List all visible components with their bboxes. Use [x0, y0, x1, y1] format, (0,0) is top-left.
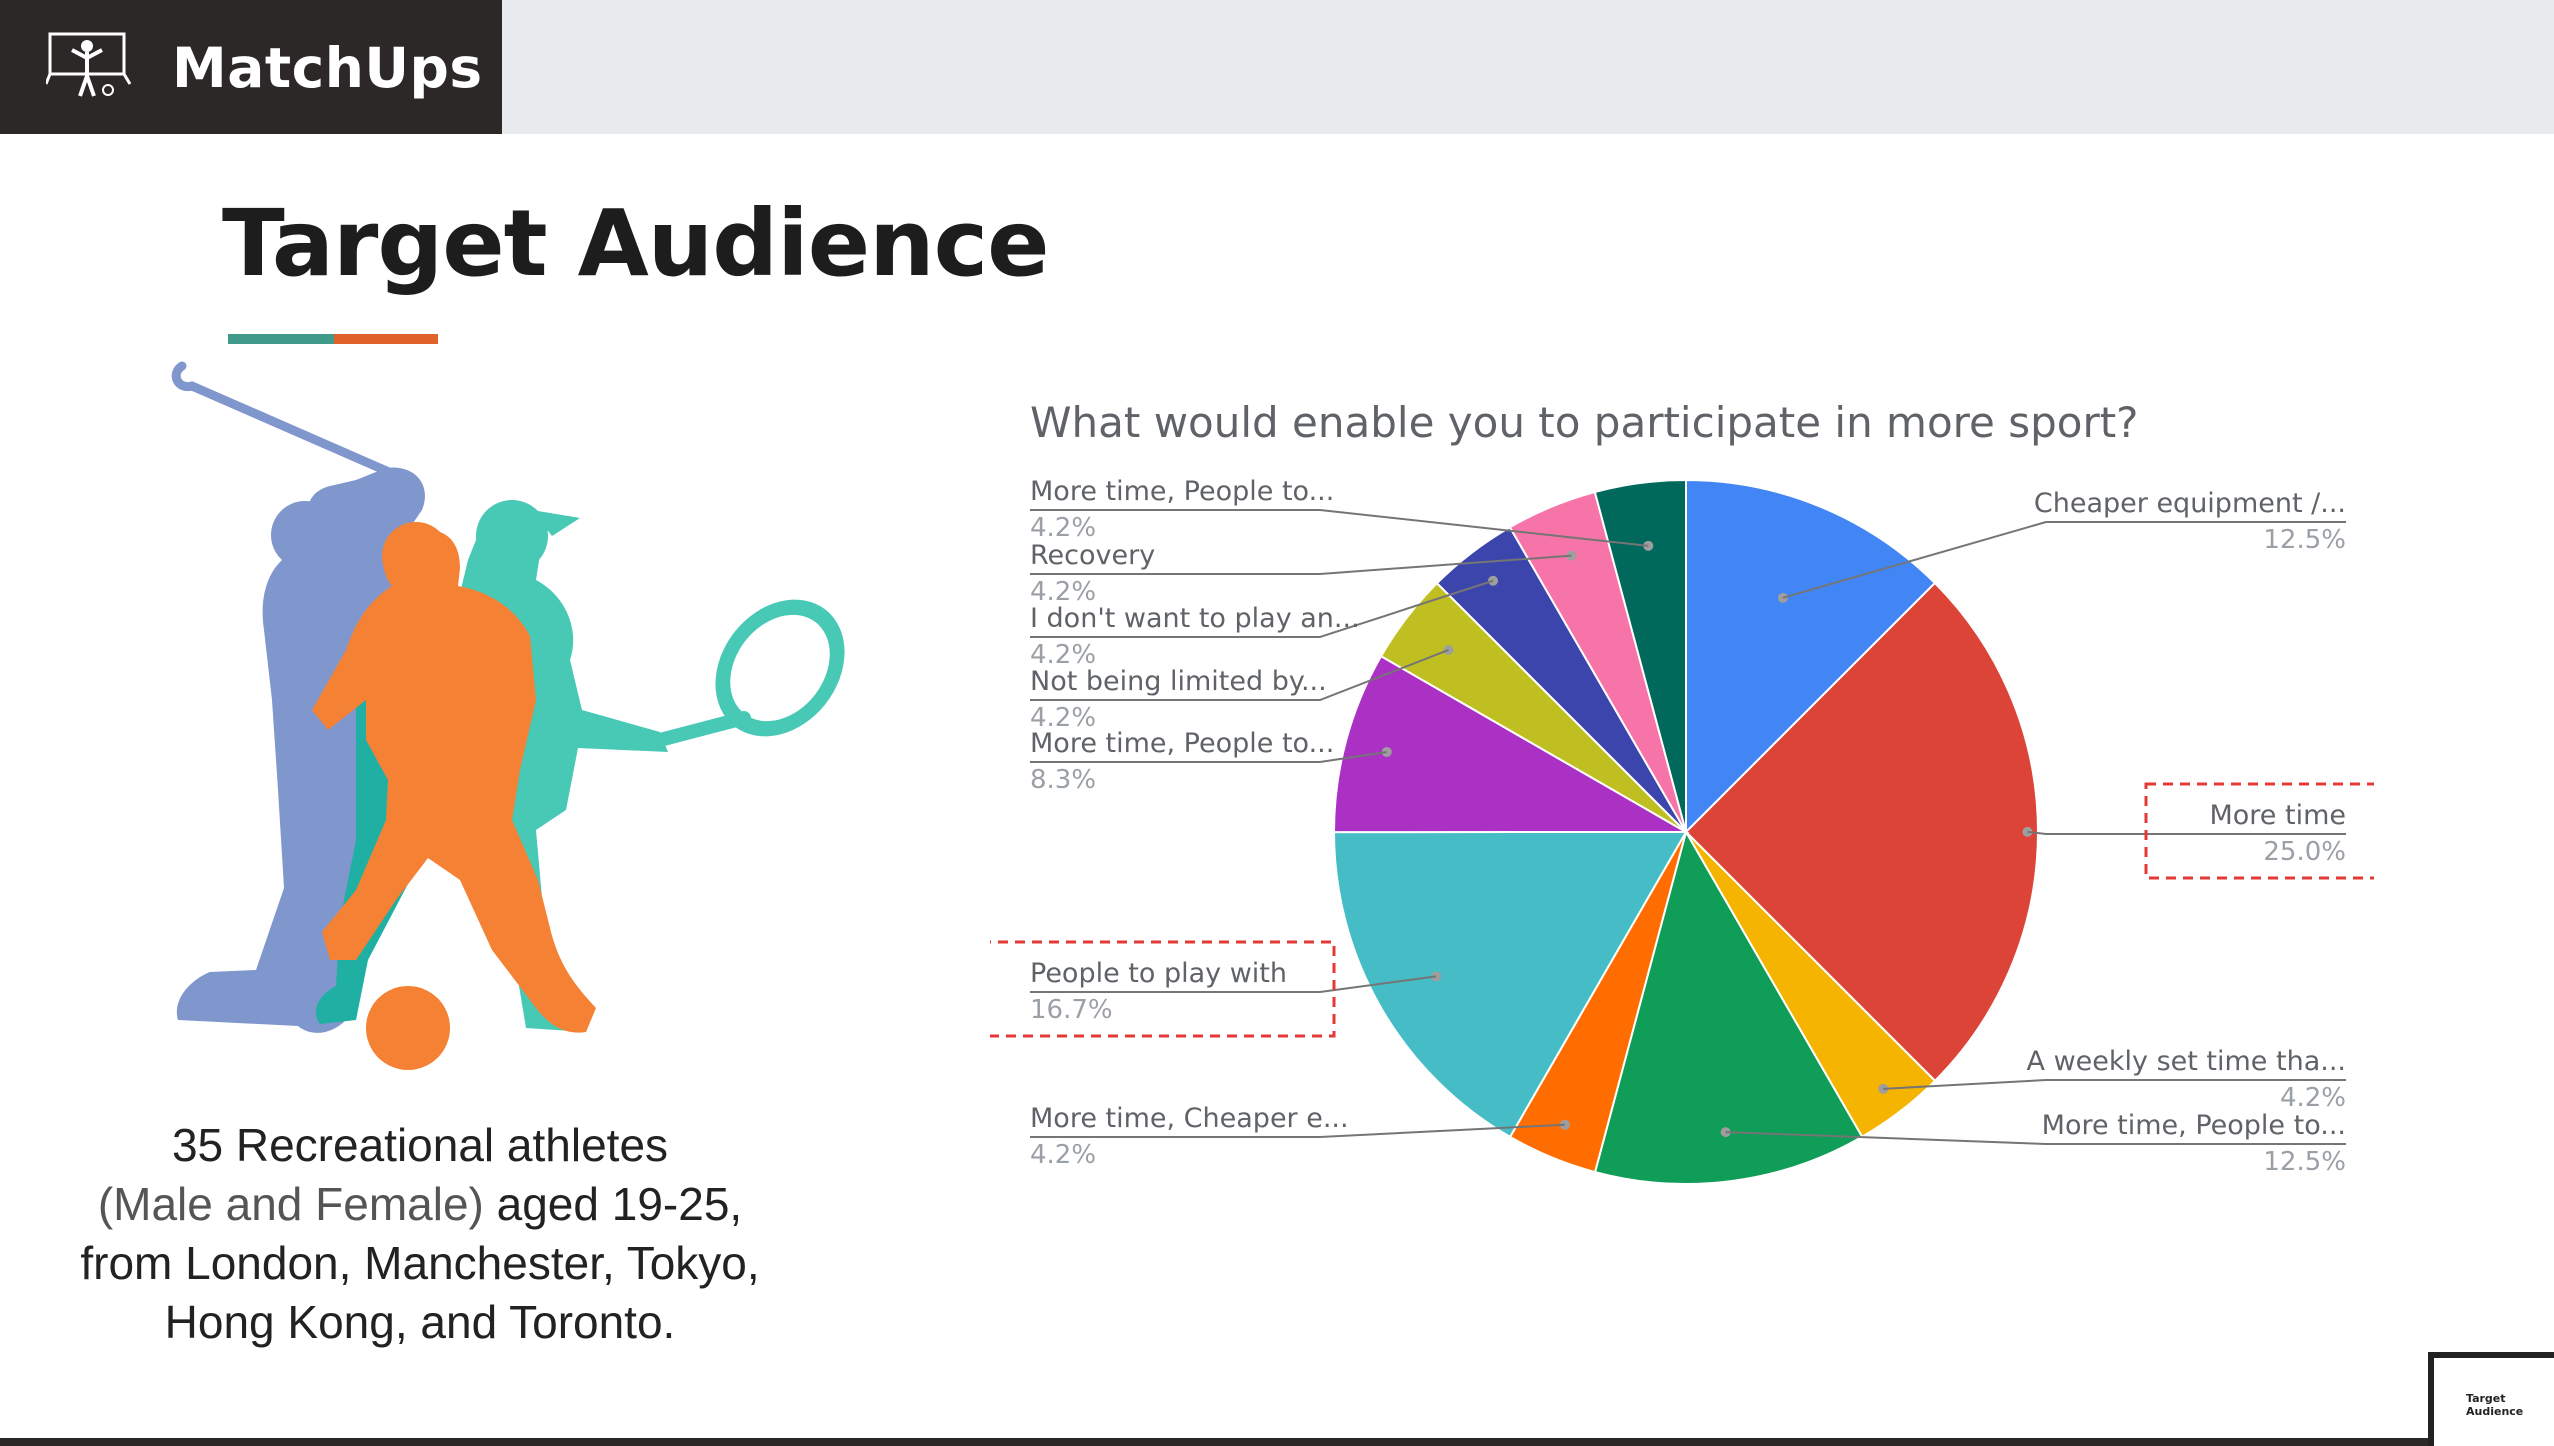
title-underline-orange [334, 334, 438, 344]
leader-line [1883, 1079, 2346, 1090]
description-age: aged 19-25, [483, 1178, 743, 1230]
goalkeeper-icon [46, 32, 132, 97]
slice-percent: 25.0% [2263, 837, 2346, 867]
slice-label: More time, People to... [2042, 1110, 2346, 1141]
slice-percent: 8.3% [1030, 765, 1096, 795]
slice-label: A weekly set time tha... [2027, 1046, 2346, 1077]
slice-label: More time [2209, 800, 2346, 831]
slice-label: People to play with [1030, 958, 1287, 989]
description-line-3: from London, Manchester, Tokyo, [80, 1237, 760, 1289]
slice-percent: 4.2% [1030, 1140, 1096, 1170]
golf-club-icon [171, 361, 403, 481]
slice-label: I don't want to play an... [1030, 603, 1360, 634]
brand-name: MatchUps [172, 36, 483, 100]
audience-description: 35 Recreational athletes (Male and Femal… [0, 1116, 840, 1352]
slice-percent: 16.7% [1030, 995, 1113, 1025]
description-gender: (Male and Female) [97, 1178, 484, 1230]
soccer-ball-icon [366, 986, 450, 1070]
thumbnail-screen: Target Audience [2434, 1358, 2554, 1446]
chart-title: What would enable you to participate in … [1030, 398, 2138, 447]
slice-label: More time, People to... [1030, 476, 1334, 507]
slice-label: More time, Cheaper e... [1030, 1103, 1349, 1134]
slice-percent: 12.5% [2263, 525, 2346, 555]
thumbnail-title: Target Audience [2466, 1392, 2524, 1418]
description-line-1: 35 Recreational athletes [171, 1119, 669, 1171]
slice-label: Cheaper equipment /... [2034, 488, 2346, 519]
slice-percent: 12.5% [2263, 1147, 2346, 1177]
page-title: Target Audience [222, 190, 1050, 297]
pie-chart: What would enable you to participate in … [962, 398, 2388, 1186]
slide-thumbnail[interactable]: Target Audience [2428, 1352, 2554, 1446]
bottom-divider [0, 1438, 2554, 1446]
slice-percent: 4.2% [1030, 577, 1096, 607]
leader-line [2027, 830, 2346, 835]
title-underline-teal [228, 334, 334, 344]
athletes-silhouette-icon [171, 361, 845, 1070]
pie-chart-panel: What would enable you to participate in … [962, 362, 2388, 1222]
brand-block: MatchUps [0, 0, 502, 134]
description-line-4: Hong Kong, and Toronto. [164, 1296, 676, 1348]
slice-percent: 4.2% [1030, 640, 1096, 670]
slice-label: Recovery [1030, 540, 1155, 571]
slice-label: Not being limited by... [1030, 666, 1327, 697]
description-line-2: (Male and Female) aged 19-25, [0, 1175, 840, 1234]
slice-percent: 4.2% [1030, 703, 1096, 733]
slice-percent: 4.2% [1030, 513, 1096, 543]
slice-percent: 4.2% [2280, 1083, 2346, 1113]
